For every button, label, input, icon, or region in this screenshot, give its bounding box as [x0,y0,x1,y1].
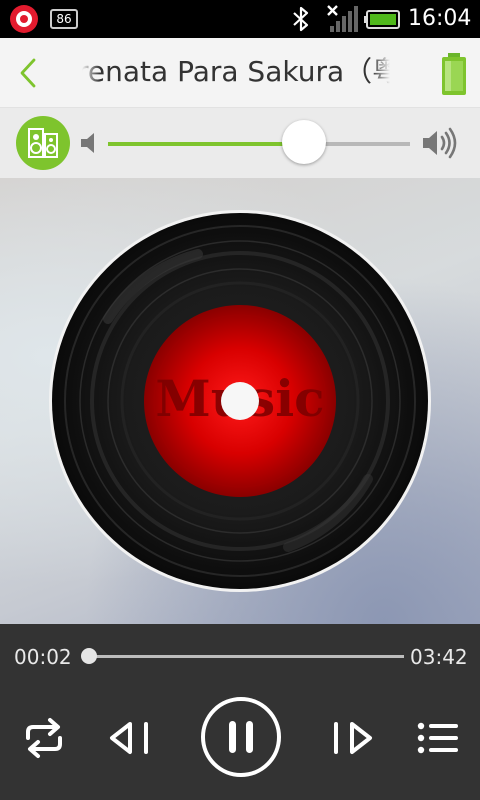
speaker-button[interactable] [16,116,70,170]
song-title-marquee: Serenata Para Sakura（粤语 [82,52,390,94]
elapsed-time: 00:02 [14,645,72,669]
bluetooth-icon [293,6,309,32]
progress-thumb[interactable] [81,648,98,664]
beats-audio-icon [10,5,38,33]
music-player-screen: 86 16:04 Serenata Para Sakura（粤语 [0,0,480,800]
notification-count-badge: 86 [50,9,78,29]
volume-low-icon [81,133,94,153]
vinyl-record-icon: Music [49,210,431,592]
status-bar: 86 16:04 [0,0,480,38]
playlist-button[interactable] [414,716,462,760]
previous-icon [110,722,148,754]
progress-bar[interactable] [86,655,404,658]
playback-controls: 00:02 03:42 [0,624,480,800]
next-button[interactable] [328,716,378,760]
playlist-icon [417,722,458,754]
title-bar: Serenata Para Sakura（粤语 [0,38,480,108]
repeat-button[interactable] [20,716,68,760]
volume-slider-thumb[interactable] [282,120,327,164]
speaker-icon [28,128,58,158]
battery-icon [364,10,400,29]
battery-full-icon [442,53,466,95]
volume-high-icon [423,127,457,159]
album-art: Music [0,178,480,624]
volume-slider[interactable] [108,142,410,146]
volume-slider-fill [108,142,305,146]
previous-button[interactable] [104,716,154,760]
total-time: 03:42 [410,645,468,669]
volume-bar [0,108,480,178]
chevron-left-icon[interactable] [14,56,44,90]
next-icon [334,722,372,754]
pause-button[interactable] [200,696,282,778]
pause-icon [201,697,281,777]
status-clock: 16:04 [408,6,472,31]
signal-icon [327,5,358,32]
repeat-icon [26,718,62,758]
song-title: Serenata Para Sakura（粤语 [82,55,390,88]
